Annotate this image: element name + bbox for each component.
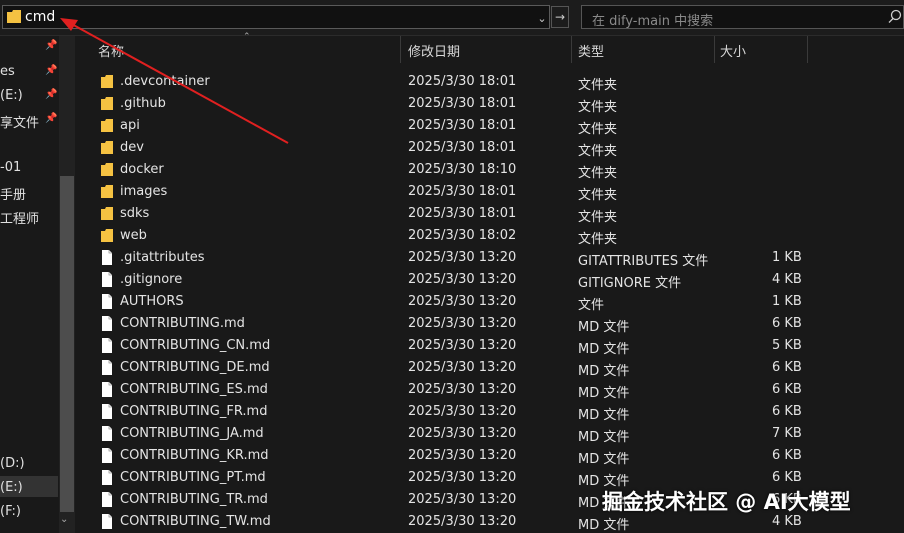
watermark: 掘金技术社区 @ AI大模型 <box>602 490 851 514</box>
annotation-arrow <box>60 18 289 144</box>
